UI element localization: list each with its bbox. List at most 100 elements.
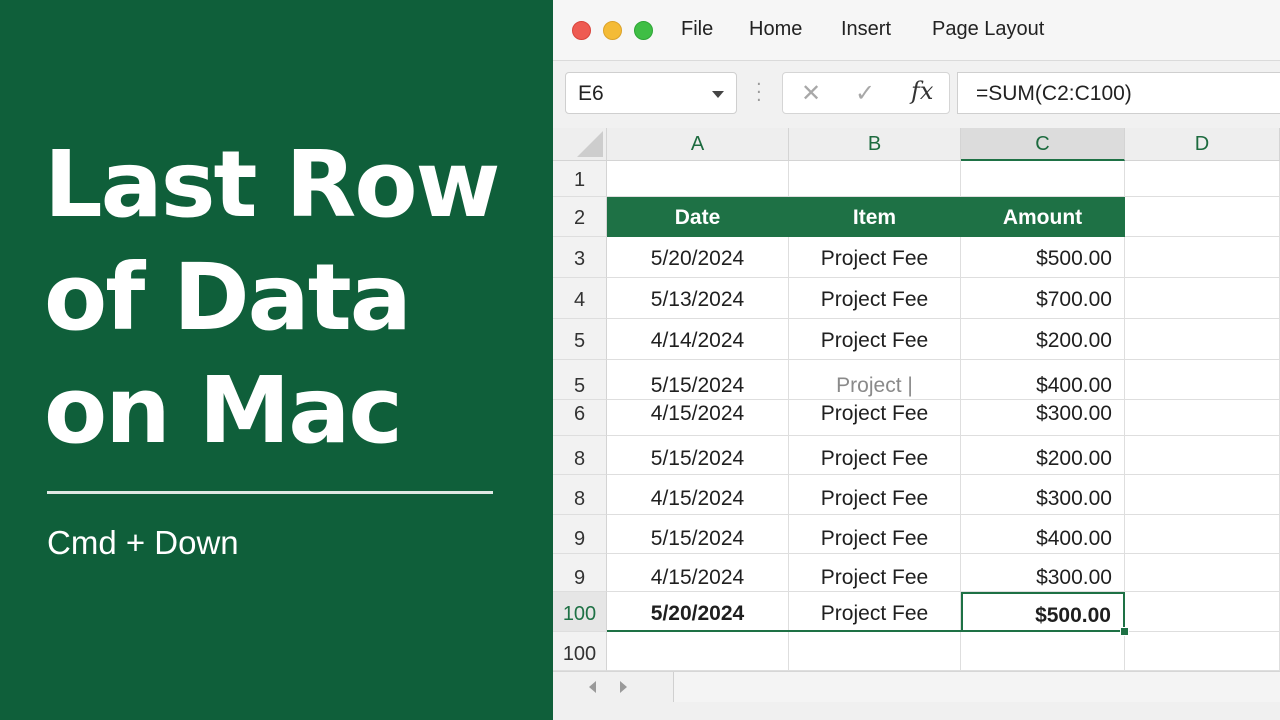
column-header-a[interactable]: A <box>607 128 789 161</box>
title-bar: File Home Insert Page Layout <box>553 0 1280 61</box>
fill-handle[interactable] <box>1120 627 1129 636</box>
table-cell[interactable]: Project Fee <box>789 592 961 632</box>
check-icon[interactable]: ✓ <box>855 79 875 107</box>
table-cell[interactable]: $200.00 <box>961 319 1125 360</box>
table-cell[interactable] <box>789 161 961 197</box>
name-box[interactable]: E6 <box>565 72 737 114</box>
zoom-window-button[interactable] <box>634 21 653 40</box>
table-cell[interactable] <box>1125 161 1280 197</box>
table-cell[interactable]: $300.00 <box>961 475 1125 515</box>
minimize-window-button[interactable] <box>603 21 622 40</box>
table-cell[interactable] <box>607 161 789 197</box>
row-header[interactable]: 100 <box>553 592 607 632</box>
spreadsheet-window: File Home Insert Page Layout E6 · · · ✕ ✓ … <box>553 0 1280 720</box>
table-cell[interactable]: 4/14/2024 <box>607 319 789 360</box>
row-header[interactable]: 9 <box>553 515 607 554</box>
table-cell[interactable] <box>1125 237 1280 278</box>
table-cell[interactable]: $500.00 <box>961 237 1125 278</box>
column-header-d[interactable]: D <box>1125 128 1280 161</box>
table-cell[interactable] <box>1125 515 1280 554</box>
table-cell[interactable] <box>1125 592 1280 632</box>
table-cell[interactable]: Project Fee <box>789 400 961 436</box>
menu-file[interactable]: File <box>681 18 713 41</box>
row-header[interactable]: 100 <box>553 632 607 671</box>
drag-handle-icon[interactable]: · · · <box>756 76 762 110</box>
table-cell[interactable]: 4/15/2024 <box>607 400 789 436</box>
scroll-left-icon[interactable] <box>589 681 596 693</box>
table-cell[interactable] <box>1125 554 1280 592</box>
scroll-right-icon[interactable] <box>620 681 627 693</box>
table-cell[interactable]: 5/20/2024 <box>607 592 789 632</box>
table-cell[interactable]: Project Fee <box>789 554 961 592</box>
select-all-corner[interactable] <box>553 128 607 161</box>
table-cell[interactable] <box>789 632 961 671</box>
table-cell[interactable] <box>961 632 1125 671</box>
banner-title-line-3: on Mac <box>44 357 403 464</box>
table-cell[interactable]: $500.00 <box>961 592 1125 632</box>
table-header-cell[interactable]: Item <box>789 197 961 237</box>
table-cell[interactable]: $300.00 <box>961 400 1125 436</box>
formula-text: =SUM(C2:C100) <box>976 82 1132 105</box>
row-header[interactable]: 2 <box>553 197 607 237</box>
chevron-down-icon[interactable] <box>712 91 724 98</box>
table-cell[interactable]: Project Fee <box>789 237 961 278</box>
row-header[interactable]: 8 <box>553 436 607 475</box>
table-cell[interactable] <box>1125 319 1280 360</box>
table-cell[interactable]: 4/15/2024 <box>607 554 789 592</box>
menu-insert[interactable]: Insert <box>841 18 891 41</box>
table-cell[interactable] <box>961 161 1125 197</box>
formula-buttons: ✕ ✓ fx <box>782 72 950 114</box>
table-cell[interactable]: $700.00 <box>961 278 1125 319</box>
table-cell[interactable]: 5/20/2024 <box>607 237 789 278</box>
table-cell[interactable]: $400.00 <box>961 360 1125 400</box>
name-box-value: E6 <box>578 82 604 105</box>
table-cell[interactable]: 4/15/2024 <box>607 475 789 515</box>
table-cell[interactable] <box>607 632 789 671</box>
row-header[interactable]: 3 <box>553 237 607 278</box>
menu-page-layout[interactable]: Page Layout <box>932 18 1044 41</box>
close-window-button[interactable] <box>572 21 591 40</box>
table-cell[interactable] <box>1125 400 1280 436</box>
select-all-icon <box>577 131 603 157</box>
table-cell[interactable]: $200.00 <box>961 436 1125 475</box>
worksheet-grid[interactable]: A B C D 1 2 Date Item Amount 3 5/20/2024 Project Fe… <box>553 128 1280 671</box>
menu-home[interactable]: Home <box>749 18 802 41</box>
insert-function-icon[interactable]: fx <box>911 77 933 105</box>
table-cell[interactable]: Project Fee <box>789 436 961 475</box>
table-cell[interactable] <box>1125 436 1280 475</box>
row-header[interactable]: 4 <box>553 278 607 319</box>
column-header-b[interactable]: B <box>789 128 961 161</box>
table-header-cell[interactable]: Date <box>607 197 789 237</box>
table-cell[interactable]: Project Fee <box>789 319 961 360</box>
table-cell[interactable]: 5/15/2024 <box>607 515 789 554</box>
table-cell[interactable] <box>1125 360 1280 400</box>
table-cell[interactable]: Project | <box>789 360 961 400</box>
banner-title-line-2: of Data <box>44 244 412 351</box>
banner-title-line-1: Last Row <box>44 131 501 238</box>
row-header[interactable]: 8 <box>553 475 607 515</box>
horizontal-scrollbar[interactable] <box>674 672 1280 702</box>
table-cell[interactable] <box>1125 278 1280 319</box>
table-cell[interactable]: Project Fee <box>789 475 961 515</box>
table-cell[interactable]: 5/13/2024 <box>607 278 789 319</box>
active-row-indicator <box>607 630 1125 632</box>
row-header[interactable]: 9 <box>553 554 607 592</box>
table-cell[interactable]: 5/15/2024 <box>607 360 789 400</box>
table-header-cell[interactable]: Amount <box>961 197 1125 237</box>
table-cell[interactable] <box>1125 475 1280 515</box>
row-header[interactable]: 5 <box>553 319 607 360</box>
cancel-icon[interactable]: ✕ <box>801 79 821 107</box>
table-cell[interactable]: 5/15/2024 <box>607 436 789 475</box>
table-cell[interactable]: $300.00 <box>961 554 1125 592</box>
row-header[interactable]: 1 <box>553 161 607 197</box>
table-cell[interactable] <box>1125 197 1280 237</box>
shortcut-label: Cmd + Down <box>47 524 239 561</box>
table-cell[interactable]: Project Fee <box>789 515 961 554</box>
table-cell[interactable]: $400.00 <box>961 515 1125 554</box>
row-header[interactable]: 6 <box>553 400 607 436</box>
row-header[interactable]: 5 <box>553 360 607 400</box>
table-cell[interactable]: Project Fee <box>789 278 961 319</box>
table-cell[interactable] <box>1125 632 1280 671</box>
formula-input[interactable]: =SUM(C2:C100) <box>957 72 1280 114</box>
column-header-c[interactable]: C <box>961 128 1125 161</box>
